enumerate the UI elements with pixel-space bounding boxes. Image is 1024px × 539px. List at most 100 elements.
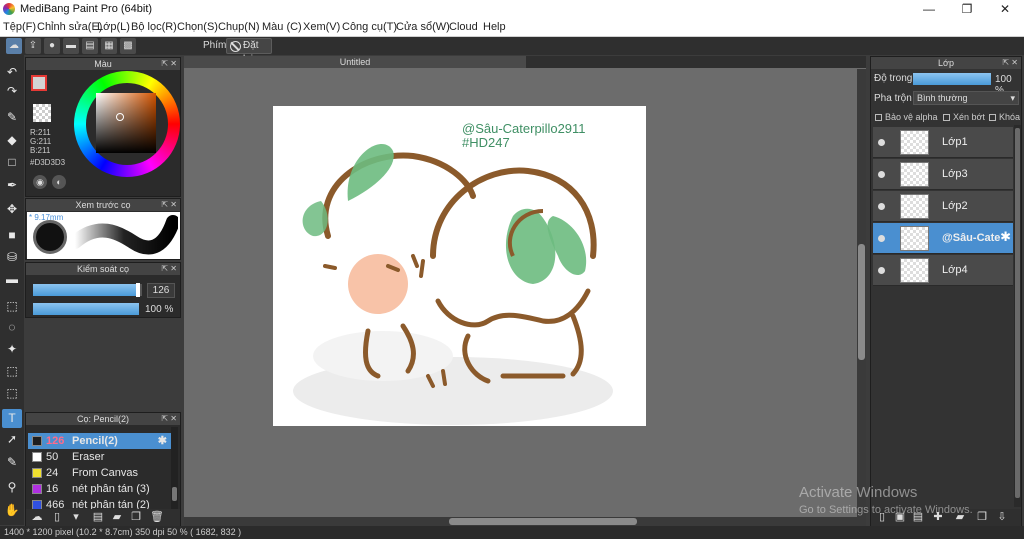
cloud-icon[interactable]: ☁ <box>6 38 22 54</box>
new-brush-icon[interactable]: ▯ <box>50 510 64 524</box>
lock-checkbox[interactable]: Khóa <box>989 112 1020 122</box>
brush-list-item[interactable]: 50 Eraser <box>28 449 171 465</box>
menu-select[interactable]: Chọn(S) <box>177 21 218 33</box>
select-rect-icon[interactable]: ⬚ <box>2 297 22 316</box>
brush-list-scrollbar[interactable] <box>171 427 178 509</box>
message-icon[interactable]: ▬ <box>63 38 79 54</box>
layer-row[interactable]: Lớp2 <box>873 191 1013 222</box>
canvas-horizontal-scrollbar[interactable] <box>184 517 858 526</box>
dropper-brush-icon[interactable]: ✎ <box>2 453 22 472</box>
pen-tool-icon[interactable]: ✒ <box>2 176 22 195</box>
text-tool-icon[interactable]: T <box>2 409 22 428</box>
gear-icon[interactable]: ✱ <box>158 433 167 449</box>
palette-icon[interactable]: ◉ <box>33 175 47 189</box>
hand-tool-icon[interactable]: ✋ <box>2 501 22 520</box>
magic-wand-icon[interactable]: ✦ <box>2 340 22 359</box>
saturation-value-square[interactable] <box>96 93 156 153</box>
brush-size-value[interactable]: 126 <box>147 283 175 298</box>
layer-row[interactable]: @Sâu-Cate ✱ <box>873 223 1013 254</box>
canvas-vertical-scrollbar[interactable] <box>857 69 866 527</box>
menu-color[interactable]: Màu (C) <box>262 21 302 33</box>
list-item-partial[interactable] <box>28 417 171 426</box>
h-scroll-thumb[interactable] <box>449 518 637 525</box>
brush-menu-icon[interactable]: ▾ <box>69 510 83 524</box>
gradient-tool-icon[interactable]: ▬ <box>2 270 22 289</box>
move-tool-icon[interactable]: ✥ <box>2 200 22 219</box>
page-list-icon[interactable]: ▦ <box>101 38 117 54</box>
document-canvas[interactable]: @Sâu-Caterpillo2911 #HD247 <box>273 106 646 426</box>
eyedropper-icon[interactable]: ⚲ <box>2 478 22 497</box>
color-wheel[interactable] <box>74 71 201 177</box>
layer-panel: Lớp ⇱ ✕ Độ trong 100 % Pha trộn Bình thư… <box>870 56 1022 526</box>
menu-tools[interactable]: Công cụ(T) <box>342 21 397 33</box>
panel-buttons-icon[interactable]: ⇱ ✕ <box>161 199 177 211</box>
minimize-button[interactable]: — <box>910 0 948 18</box>
layer-scroll-thumb[interactable] <box>1015 128 1020 498</box>
menu-cloud[interactable]: Cloud <box>449 21 478 33</box>
panel-buttons-icon[interactable]: ⇱ ✕ <box>161 58 177 70</box>
lasso-tool-icon[interactable]: ◌ <box>2 318 22 337</box>
brush-list-item[interactable]: 16 nét phân tán (3) <box>28 481 171 497</box>
cloud-brush-icon[interactable]: ☁ <box>30 510 44 524</box>
select-pen-icon[interactable]: ⬚ <box>2 362 22 381</box>
foreground-color-swatch[interactable] <box>31 75 47 91</box>
brush-list-item[interactable]: 126 Pencil(2) ✱ <box>28 433 171 449</box>
undo-icon[interactable]: ↶ <box>2 63 22 82</box>
layer-row[interactable]: Lớp1 <box>873 127 1013 158</box>
reset-button[interactable]: Đặt lại <box>226 38 272 65</box>
select-eraser-icon[interactable]: ⬚ <box>2 384 22 403</box>
operation-tool-icon[interactable]: ➚ <box>2 430 22 449</box>
layer-row[interactable]: Lớp4 <box>873 255 1013 286</box>
brush-scroll-thumb[interactable] <box>172 487 177 501</box>
brush-opacity-slider[interactable] <box>33 303 139 315</box>
gear-icon[interactable]: ✱ <box>1000 229 1011 245</box>
brush-copy-icon[interactable]: ❐ <box>129 510 143 524</box>
status-bar: 1400 * 1200 pixel (10.2 * 8.7cm) 350 dpi… <box>0 526 1024 539</box>
shape-tool-icon[interactable]: □ <box>2 153 22 172</box>
visibility-eye-icon[interactable] <box>878 267 885 274</box>
upload-icon[interactable]: ⇪ <box>25 38 41 54</box>
close-button[interactable]: ✕ <box>986 0 1024 18</box>
menu-filter[interactable]: Bộ lọc(R) <box>131 21 177 33</box>
layer-scrollbar[interactable] <box>1014 125 1021 507</box>
v-scroll-thumb[interactable] <box>858 244 865 360</box>
menu-layer[interactable]: Lớp(L) <box>97 21 130 33</box>
menu-help[interactable]: Help <box>483 21 506 33</box>
brush-size-thumb[interactable] <box>135 283 140 297</box>
visibility-eye-icon[interactable] <box>878 235 885 242</box>
redo-icon[interactable]: ↷ <box>2 82 22 101</box>
panel-buttons-icon[interactable]: ⇱ ✕ <box>1002 57 1018 69</box>
menu-file[interactable]: Tệp(F) <box>3 21 36 33</box>
brush-size-slider[interactable] <box>33 283 142 297</box>
grid-icon[interactable]: ▩ <box>120 38 136 54</box>
layer-row[interactable]: Lớp3 <box>873 159 1013 190</box>
layer-merge-icon[interactable]: ⇩ <box>995 510 1009 524</box>
brush-list-item[interactable]: 24 From Canvas <box>28 465 171 481</box>
eraser-tool-icon[interactable]: ◆ <box>2 131 22 150</box>
menu-edit[interactable]: Chỉnh sửa(E) <box>37 21 102 33</box>
comment-icon[interactable]: ● <box>44 38 60 54</box>
maximize-button[interactable]: ❐ <box>948 0 986 18</box>
brush-tool-icon[interactable]: ✎ <box>2 108 22 127</box>
layer-opacity-slider[interactable] <box>913 73 991 85</box>
blend-mode-select[interactable]: Bình thường <box>913 91 1019 105</box>
panel-buttons-icon[interactable]: ⇱ ✕ <box>161 263 177 275</box>
brush-delete-icon[interactable]: 🗑 <box>150 510 164 524</box>
transparent-color-swatch[interactable] <box>33 104 51 122</box>
menu-capture[interactable]: Chụp(N) <box>218 21 260 33</box>
sv-marker[interactable] <box>116 113 124 121</box>
clipping-checkbox[interactable]: Xén bớt <box>943 112 985 122</box>
menu-view[interactable]: Xem(V) <box>303 21 340 33</box>
menu-window[interactable]: Cửa sổ(W) <box>396 21 450 33</box>
fill-rect-tool-icon[interactable]: ■ <box>2 226 22 245</box>
visibility-eye-icon[interactable] <box>878 203 885 210</box>
visibility-eye-icon[interactable] <box>878 171 885 178</box>
visibility-eye-icon[interactable] <box>878 139 885 146</box>
brush-settings-icon[interactable]: ▤ <box>91 510 105 524</box>
brush-folder-icon[interactable]: ▰ <box>110 510 124 524</box>
color-history-icon[interactable]: ◐ <box>52 175 66 189</box>
page-icon[interactable]: ▤ <box>82 38 98 54</box>
protect-alpha-checkbox[interactable]: Bảo vệ alpha <box>875 112 938 122</box>
layer-duplicate-icon[interactable]: ❐ <box>975 510 989 524</box>
bucket-tool-icon[interactable]: ⛁ <box>2 248 22 267</box>
